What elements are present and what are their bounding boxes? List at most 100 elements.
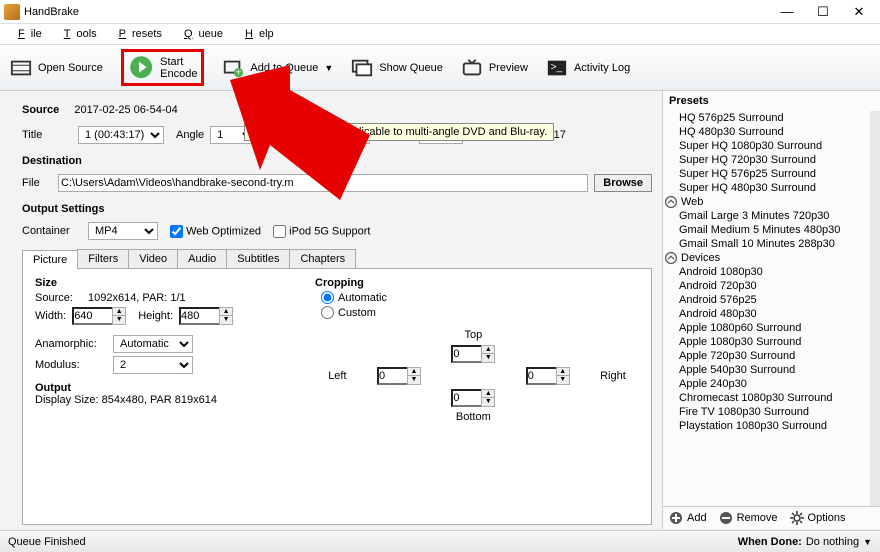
add-queue-icon: + xyxy=(222,57,244,79)
display-size-value: Display Size: 854x480, PAR 819x614 xyxy=(35,394,285,406)
preview-button[interactable]: Preview xyxy=(461,57,528,79)
output-heading: Output xyxy=(35,382,285,394)
preset-item[interactable]: Apple 720p30 Surround xyxy=(679,349,870,363)
chevron-up-icon xyxy=(665,196,677,208)
crop-left-stepper[interactable]: ▲▼ xyxy=(377,367,421,385)
crop-top-stepper[interactable]: ▲▼ xyxy=(451,345,495,363)
plus-icon xyxy=(669,511,683,525)
terminal-icon: >_ xyxy=(546,57,568,79)
output-settings-heading: Output Settings xyxy=(22,203,652,215)
ipod-label: iPod 5G Support xyxy=(289,225,370,237)
preset-item[interactable]: Apple 540p30 Surround xyxy=(679,363,870,377)
preset-item[interactable]: Android 480p30 xyxy=(679,307,870,321)
height-stepper[interactable]: ▲▼ xyxy=(179,307,233,325)
preset-item[interactable]: Super HQ 720p30 Surround xyxy=(679,153,870,167)
preset-item[interactable]: Playstation 1080p30 Surround xyxy=(679,419,870,433)
preset-item[interactable]: HQ 480p30 Surround xyxy=(679,125,870,139)
presets-heading: Presets xyxy=(663,91,880,111)
show-queue-label: Show Queue xyxy=(379,62,443,74)
gear-icon xyxy=(790,511,804,525)
container-label: Container xyxy=(22,225,82,237)
preset-category-devices[interactable]: Devices xyxy=(665,251,870,265)
tab-video[interactable]: Video xyxy=(128,249,178,268)
cropping-heading: Cropping xyxy=(315,277,639,289)
preset-item[interactable]: Super HQ 480p30 Surround xyxy=(679,181,870,195)
preset-item[interactable]: Apple 240p30 xyxy=(679,377,870,391)
menu-queue[interactable]: Queue xyxy=(172,26,229,42)
tab-subtitles[interactable]: Subtitles xyxy=(226,249,290,268)
add-to-queue-button[interactable]: + Add to Queue ▼ xyxy=(222,57,333,79)
preset-category-web[interactable]: Web xyxy=(665,195,870,209)
preset-item[interactable]: HQ 576p25 Surround xyxy=(679,111,870,125)
size-heading: Size xyxy=(35,277,285,289)
angle-label: Angle xyxy=(176,129,204,141)
menu-tools[interactable]: Tools xyxy=(52,26,103,42)
queue-icon xyxy=(351,57,373,79)
preset-item[interactable]: Gmail Medium 5 Minutes 480p30 xyxy=(679,223,870,237)
maximize-button[interactable]: ☐ xyxy=(814,4,832,20)
presets-list[interactable]: HQ 576p25 Surround HQ 480p30 Surround Su… xyxy=(663,111,880,506)
file-input[interactable] xyxy=(58,174,588,192)
menu-file[interactable]: File xyxy=(6,26,48,42)
when-done-value[interactable]: Do nothing xyxy=(806,536,859,548)
activity-log-button[interactable]: >_ Activity Log xyxy=(546,57,630,79)
preset-item[interactable]: Super HQ 576p25 Surround xyxy=(679,167,870,181)
preset-item[interactable]: Apple 1080p30 Surround xyxy=(679,335,870,349)
crop-custom-radio[interactable]: Custom xyxy=(321,306,639,319)
minimize-button[interactable]: — xyxy=(778,4,796,20)
preset-add-button[interactable]: Add xyxy=(669,511,707,525)
container-select[interactable]: MP4 xyxy=(88,222,158,240)
close-button[interactable]: ✕ xyxy=(850,4,868,20)
show-queue-button[interactable]: Show Queue xyxy=(351,57,443,79)
open-source-label: Open Source xyxy=(38,62,103,74)
width-stepper[interactable]: ▲▼ xyxy=(72,307,126,325)
app-logo xyxy=(4,4,20,20)
preset-remove-button[interactable]: Remove xyxy=(719,511,778,525)
start-encode-highlight: Start Encode xyxy=(121,49,205,85)
tab-audio[interactable]: Audio xyxy=(177,249,227,268)
preset-item[interactable]: Apple 1080p60 Surround xyxy=(679,321,870,335)
tab-picture[interactable]: Picture xyxy=(22,250,78,269)
tab-filters[interactable]: Filters xyxy=(77,249,129,268)
menu-help[interactable]: Help xyxy=(233,26,280,42)
height-label: Height: xyxy=(138,310,173,322)
film-icon xyxy=(10,57,32,79)
open-source-button[interactable]: Open Source xyxy=(10,57,103,79)
preset-options-button[interactable]: Options xyxy=(790,511,846,525)
modulus-select[interactable]: 2 xyxy=(113,356,193,374)
preset-item[interactable]: Android 576p25 xyxy=(679,293,870,307)
picture-source-value: 1092x614, PAR: 1/1 xyxy=(88,292,186,304)
preset-item[interactable]: Fire TV 1080p30 Surround xyxy=(679,405,870,419)
chevron-down-icon[interactable]: ▼ xyxy=(324,63,333,73)
preview-label: Preview xyxy=(489,62,528,74)
ipod-checkbox[interactable]: iPod 5G Support xyxy=(273,225,370,238)
tab-chapters[interactable]: Chapters xyxy=(289,249,356,268)
preset-item[interactable]: Super HQ 1080p30 Surround xyxy=(679,139,870,153)
status-text: Queue Finished xyxy=(8,536,86,548)
web-optimized-label: Web Optimized xyxy=(186,225,261,237)
modulus-label: Modulus: xyxy=(35,359,107,371)
preset-item[interactable]: Chromecast 1080p30 Surround xyxy=(679,391,870,405)
crop-auto-radio[interactable]: Automatic xyxy=(321,291,639,304)
chevron-down-icon[interactable]: ▼ xyxy=(863,537,872,547)
minus-icon xyxy=(719,511,733,525)
preset-item[interactable]: Gmail Large 3 Minutes 720p30 xyxy=(679,209,870,223)
preset-item[interactable]: Android 1080p30 xyxy=(679,265,870,279)
anamorphic-select[interactable]: Automatic xyxy=(113,335,193,353)
title-select[interactable]: 1 (00:43:17) xyxy=(78,126,164,144)
svg-text:+: + xyxy=(236,67,242,78)
svg-text:>_: >_ xyxy=(551,61,563,72)
title-label: Title xyxy=(22,129,72,141)
browse-button[interactable]: Browse xyxy=(594,174,652,192)
file-label: File xyxy=(22,177,52,189)
tv-icon xyxy=(461,57,483,79)
crop-bottom-stepper[interactable]: ▲▼ xyxy=(451,389,495,407)
crop-top-label: Top xyxy=(464,329,482,341)
preset-item[interactable]: Android 720p30 xyxy=(679,279,870,293)
web-optimized-checkbox[interactable]: Web Optimized xyxy=(170,225,261,238)
start-encode-button[interactable]: Start Encode xyxy=(160,56,197,80)
activity-log-label: Activity Log xyxy=(574,62,630,74)
preset-item[interactable]: Gmail Small 10 Minutes 288p30 xyxy=(679,237,870,251)
crop-right-stepper[interactable]: ▲▼ xyxy=(526,367,570,385)
menu-presets[interactable]: Presets xyxy=(107,26,168,42)
